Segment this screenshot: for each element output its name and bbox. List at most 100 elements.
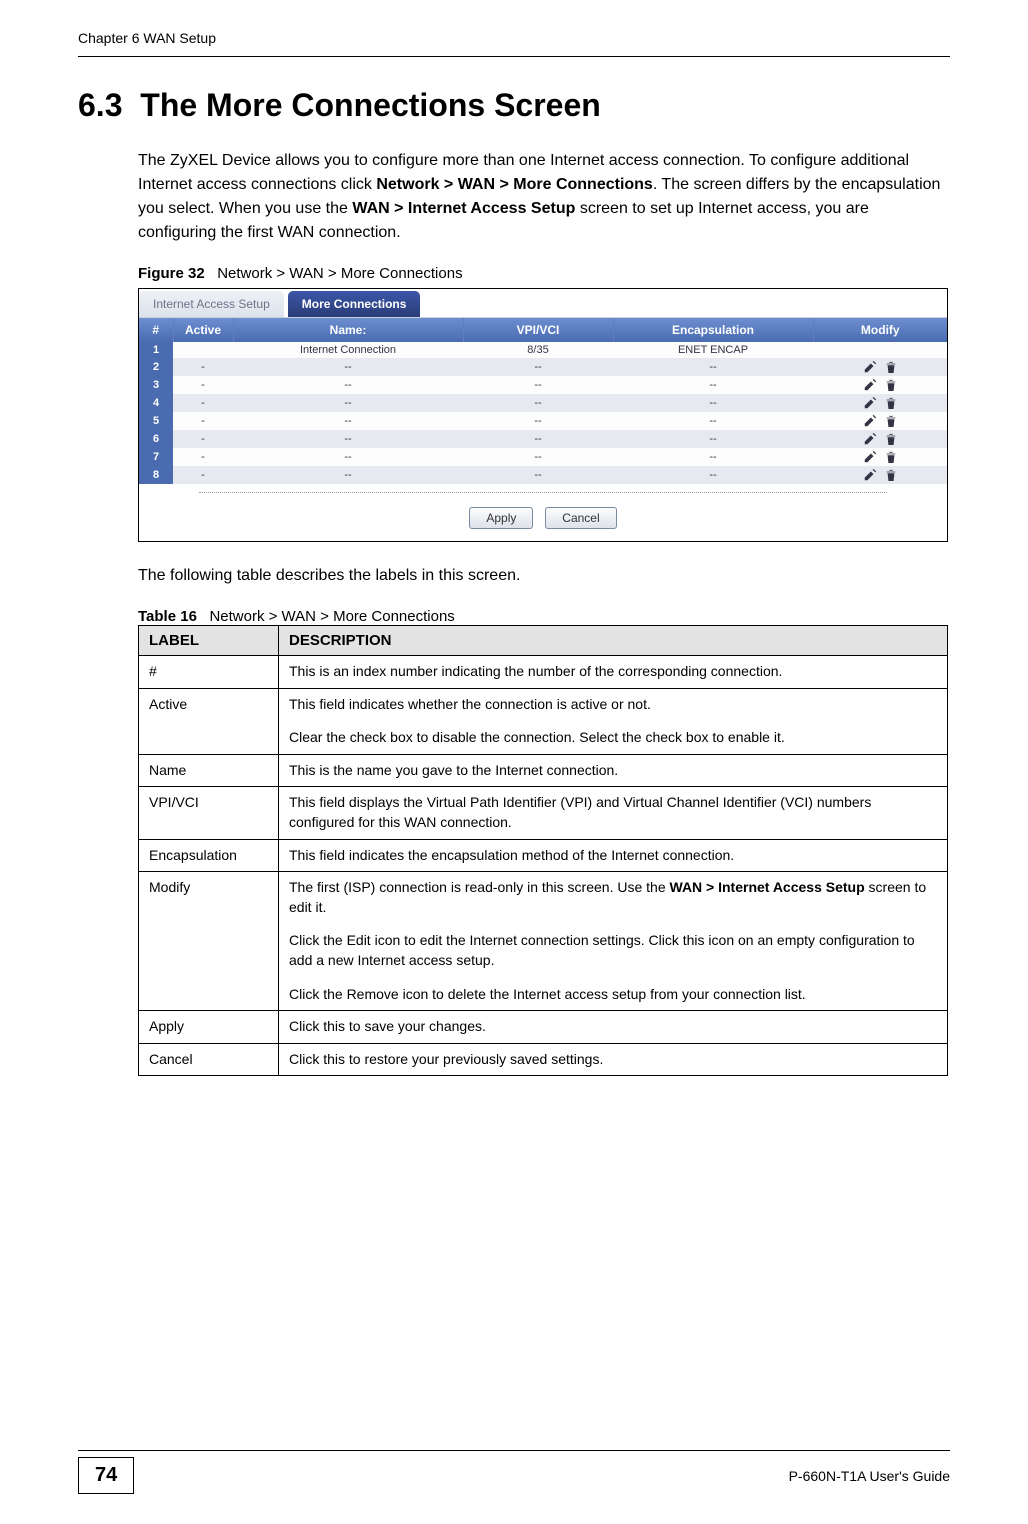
text: This field indicates whether the connect… — [289, 696, 651, 712]
trash-icon[interactable] — [885, 396, 897, 410]
nav-path: Network > WAN > More Connections — [376, 176, 652, 193]
table-label: Table 16 — [138, 608, 197, 625]
cell-encap: -- — [613, 412, 813, 430]
cell-modify — [813, 342, 947, 358]
cell-vpi: -- — [463, 430, 613, 448]
separator — [199, 492, 887, 493]
button-row: Apply Cancel — [139, 501, 947, 541]
tab-internet-access-setup[interactable]: Internet Access Setup — [139, 291, 284, 317]
row-number: 2 — [139, 358, 173, 376]
table-row: 4------- — [139, 394, 947, 412]
col-header-number: # — [139, 318, 173, 342]
cell-active: - — [173, 448, 233, 466]
col-header-vpi: VPI/VCI — [463, 318, 613, 342]
row-label: Modify — [139, 872, 279, 1011]
row-label: Cancel — [139, 1043, 279, 1076]
row-desc: This field indicates whether the connect… — [279, 688, 948, 754]
cell-vpi: -- — [463, 466, 613, 484]
row-label: Active — [139, 688, 279, 754]
cell-vpi: -- — [463, 358, 613, 376]
cell-name: -- — [233, 448, 463, 466]
text: Clear the check box to disable the conne… — [289, 729, 785, 745]
section-title: 6.3 The More Connections Screen — [78, 87, 950, 124]
cell-active: - — [173, 430, 233, 448]
divider — [78, 1450, 950, 1451]
section-heading: The More Connections Screen — [140, 87, 601, 123]
edit-icon[interactable] — [863, 468, 877, 482]
trash-icon[interactable] — [885, 414, 897, 428]
apply-button[interactable]: Apply — [469, 507, 533, 529]
cell-active: - — [173, 412, 233, 430]
screenshot: Internet Access Setup More Connections #… — [138, 288, 948, 542]
table-row: 5------- — [139, 412, 947, 430]
trash-icon[interactable] — [885, 432, 897, 446]
edit-icon[interactable] — [863, 378, 877, 392]
cell-modify — [813, 358, 947, 376]
cell-active — [173, 342, 233, 358]
cell-name: -- — [233, 358, 463, 376]
nav-path: WAN > Internet Access Setup — [670, 879, 865, 895]
cell-encap: -- — [613, 376, 813, 394]
edit-icon[interactable] — [863, 414, 877, 428]
row-label: VPI/VCI — [139, 787, 279, 839]
cell-active: - — [173, 466, 233, 484]
cell-modify — [813, 412, 947, 430]
text: Click the Remove icon to delete the Inte… — [289, 986, 806, 1002]
row-desc: The first (ISP) connection is read-only … — [279, 872, 948, 1011]
edit-icon[interactable] — [863, 396, 877, 410]
edit-icon[interactable] — [863, 432, 877, 446]
row-label: Encapsulation — [139, 839, 279, 872]
row-desc: This field indicates the encapsulation m… — [279, 839, 948, 872]
row-number: 4 — [139, 394, 173, 412]
trash-icon[interactable] — [885, 468, 897, 482]
cell-active: - — [173, 358, 233, 376]
row-label: Name — [139, 754, 279, 787]
table-row: 1Internet Connection8/35ENET ENCAP — [139, 342, 947, 358]
cell-name: -- — [233, 430, 463, 448]
edit-icon[interactable] — [863, 360, 877, 374]
table-intro: The following table describes the labels… — [138, 564, 950, 588]
table-row: 8------- — [139, 466, 947, 484]
cell-modify — [813, 448, 947, 466]
figure-label: Figure 32 — [138, 265, 205, 282]
cell-vpi: -- — [463, 394, 613, 412]
trash-icon[interactable] — [885, 360, 897, 374]
chapter-header: Chapter 6 WAN Setup — [78, 30, 950, 46]
row-desc: Click this to save your changes. — [279, 1011, 948, 1044]
row-desc: This is the name you gave to the Interne… — [279, 754, 948, 787]
cell-name: -- — [233, 466, 463, 484]
tab-bar: Internet Access Setup More Connections — [139, 289, 947, 318]
cell-modify — [813, 466, 947, 484]
trash-icon[interactable] — [885, 450, 897, 464]
row-label: Apply — [139, 1011, 279, 1044]
trash-icon[interactable] — [885, 378, 897, 392]
tab-more-connections[interactable]: More Connections — [288, 291, 421, 317]
guide-title: P-660N-T1A User's Guide — [789, 1468, 950, 1484]
description-table: LABEL DESCRIPTION # This is an index num… — [138, 625, 948, 1076]
text: The first (ISP) connection is read-only … — [289, 879, 670, 895]
cancel-button[interactable]: Cancel — [545, 507, 616, 529]
intro-paragraph: The ZyXEL Device allows you to configure… — [138, 149, 950, 245]
row-number: 1 — [139, 342, 173, 358]
row-number: 5 — [139, 412, 173, 430]
row-number: 6 — [139, 430, 173, 448]
cell-encap: -- — [613, 358, 813, 376]
cell-vpi: -- — [463, 412, 613, 430]
cell-name: -- — [233, 412, 463, 430]
figure-title: Network > WAN > More Connections — [217, 265, 462, 282]
page-number: 74 — [78, 1457, 134, 1494]
cell-active: - — [173, 394, 233, 412]
cell-name: -- — [233, 376, 463, 394]
text: Click the Edit icon to edit the Internet… — [289, 932, 915, 968]
col-label: LABEL — [139, 626, 279, 656]
row-desc: This field displays the Virtual Path Ide… — [279, 787, 948, 839]
cell-vpi: 8/35 — [463, 342, 613, 358]
col-header-active: Active — [173, 318, 233, 342]
cell-modify — [813, 376, 947, 394]
col-header-name: Name: — [233, 318, 463, 342]
cell-name: -- — [233, 394, 463, 412]
table-row: 3------- — [139, 376, 947, 394]
row-desc: Click this to restore your previously sa… — [279, 1043, 948, 1076]
row-desc: This is an index number indicating the n… — [279, 656, 948, 689]
edit-icon[interactable] — [863, 450, 877, 464]
